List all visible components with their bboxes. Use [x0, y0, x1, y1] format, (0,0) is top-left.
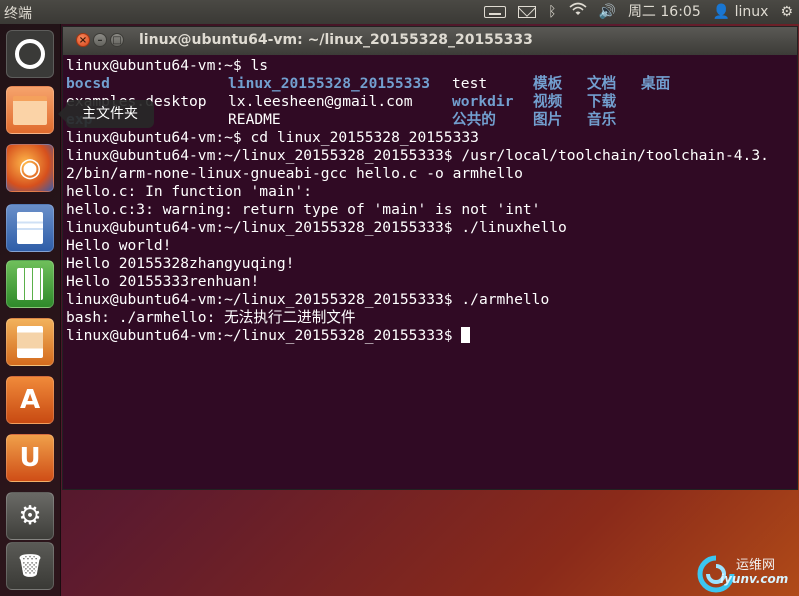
user-menu[interactable]: 👤 linux: [713, 0, 769, 24]
ls-entry: 文档: [587, 75, 617, 92]
minimize-button[interactable]: –: [93, 33, 107, 47]
folder-icon: [13, 95, 47, 125]
volume-icon[interactable]: 🔊: [599, 0, 616, 24]
user-icon: 👤: [712, 4, 731, 20]
terminal-window[interactable]: × – □ linux@ubuntu64-vm: ~/linux_2015532…: [62, 26, 798, 490]
minimize-icon: –: [97, 35, 103, 46]
system-settings-launcher[interactable]: ⚙: [6, 492, 54, 540]
close-button[interactable]: ×: [76, 33, 90, 47]
software-center-icon: A: [19, 385, 41, 415]
window-title: linux@ubuntu64-vm: ~/linux_20155328_2015…: [139, 32, 533, 48]
ubuntu-logo-icon: [15, 39, 45, 69]
terminal-line: Hello 20155328zhangyuqing!: [66, 255, 295, 272]
terminal-line: Hello world!: [66, 237, 172, 254]
libreoffice-impress-icon: [17, 326, 43, 358]
ls-entry: 下载: [587, 93, 617, 110]
writer-launcher[interactable]: [6, 204, 54, 252]
terminal-line: bash: ./armhello: 无法执行二进制文件: [66, 309, 356, 326]
trash-icon: 🗑: [16, 553, 44, 579]
libreoffice-calc-icon: [17, 268, 43, 300]
clock[interactable]: 周二 16:05: [628, 0, 701, 24]
ls-entry: 图片: [533, 111, 563, 128]
firefox-launcher[interactable]: ◉: [6, 144, 54, 192]
ls-output-row: examples.desktop lx.leesheen@gmail.com w…: [66, 93, 797, 111]
ubuntu-one-launcher[interactable]: U: [6, 434, 54, 482]
libreoffice-writer-icon: [17, 212, 43, 244]
ls-entry: test: [452, 75, 488, 92]
watermark-logo: 运维网 iyunv.com: [694, 550, 799, 596]
ls-output-row: bocsd linux_20155328_20155333 test 模板 文档…: [66, 75, 797, 93]
calc-launcher[interactable]: [6, 260, 54, 308]
window-titlebar[interactable]: × – □ linux@ubuntu64-vm: ~/linux_2015532…: [63, 27, 797, 55]
terminal-line: linux@ubuntu64-vm:~/linux_20155328_20155…: [66, 147, 769, 164]
launcher-tooltip: 主文件夹: [58, 100, 154, 128]
text-cursor: [461, 327, 471, 343]
settings-icon: ⚙: [18, 501, 42, 531]
ls-entry: lx.leesheen@gmail.com: [228, 93, 413, 110]
watermark-domain: iyunv.com: [720, 572, 789, 586]
bluetooth-icon[interactable]: ᛒ: [548, 0, 556, 24]
active-app-title: 终端: [4, 6, 32, 22]
firefox-icon: ◉: [18, 153, 42, 183]
ls-entry: 公共的: [452, 111, 496, 128]
trash-launcher[interactable]: 🗑: [6, 542, 54, 590]
top-panel: 终端 ᛒ 🔊 周二 16:05 👤 linux ⚙: [0, 0, 799, 24]
ls-entry: workdir: [452, 93, 514, 110]
wifi-icon[interactable]: [568, 0, 587, 24]
indicator-area: ᛒ 🔊 周二 16:05 👤 linux ⚙: [484, 0, 793, 24]
terminal-line: linux@ubuntu64-vm:~/linux_20155328_20155…: [66, 291, 550, 308]
keyboard-icon[interactable]: [484, 6, 507, 18]
close-icon: ×: [78, 35, 88, 46]
software-center-launcher[interactable]: A: [6, 376, 54, 424]
ls-entry: linux_20155328_20155333: [228, 75, 431, 92]
ls-output-row: exp README 公共的 图片 音乐: [66, 111, 797, 129]
ubuntu-one-icon: U: [19, 443, 41, 473]
gear-icon[interactable]: ⚙: [780, 0, 793, 24]
ls-entry: 视频: [533, 93, 563, 110]
launcher: ◉ A U ⚙ 🗑: [0, 24, 61, 596]
terminal-line: hello.c:3: warning: return type of 'main…: [66, 201, 541, 218]
user-name: linux: [734, 4, 769, 20]
terminal-output[interactable]: linux@ubuntu64-vm:~$ ls bocsd linux_2015…: [63, 55, 797, 489]
mail-icon[interactable]: [518, 6, 537, 18]
maximize-button[interactable]: □: [110, 33, 124, 47]
dash-button[interactable]: [6, 30, 54, 78]
terminal-prompt: linux@ubuntu64-vm:~/linux_20155328_20155…: [66, 327, 462, 344]
ls-entry: 桌面: [641, 75, 671, 92]
impress-launcher[interactable]: [6, 318, 54, 366]
maximize-icon: □: [112, 35, 122, 46]
terminal-line: linux@ubuntu64-vm:~$ cd linux_20155328_2…: [66, 129, 479, 146]
ls-entry: 音乐: [587, 111, 617, 128]
terminal-line: hello.c: In function 'main':: [66, 183, 313, 200]
terminal-line: linux@ubuntu64-vm:~$ ls: [66, 57, 269, 74]
terminal-prompt-line[interactable]: linux@ubuntu64-vm:~/linux_20155328_20155…: [66, 327, 797, 345]
ls-entry: README: [228, 111, 281, 128]
terminal-line: Hello 20155333renhuan!: [66, 273, 260, 290]
files-launcher[interactable]: [6, 86, 54, 134]
terminal-line: linux@ubuntu64-vm:~/linux_20155328_20155…: [66, 219, 567, 236]
ls-entry: 模板: [533, 75, 563, 92]
ls-entry: bocsd: [66, 75, 110, 92]
watermark-name: 运维网: [736, 558, 776, 573]
terminal-line: 2/bin/arm-none-linux-gnueabi-gcc hello.c…: [66, 165, 523, 182]
